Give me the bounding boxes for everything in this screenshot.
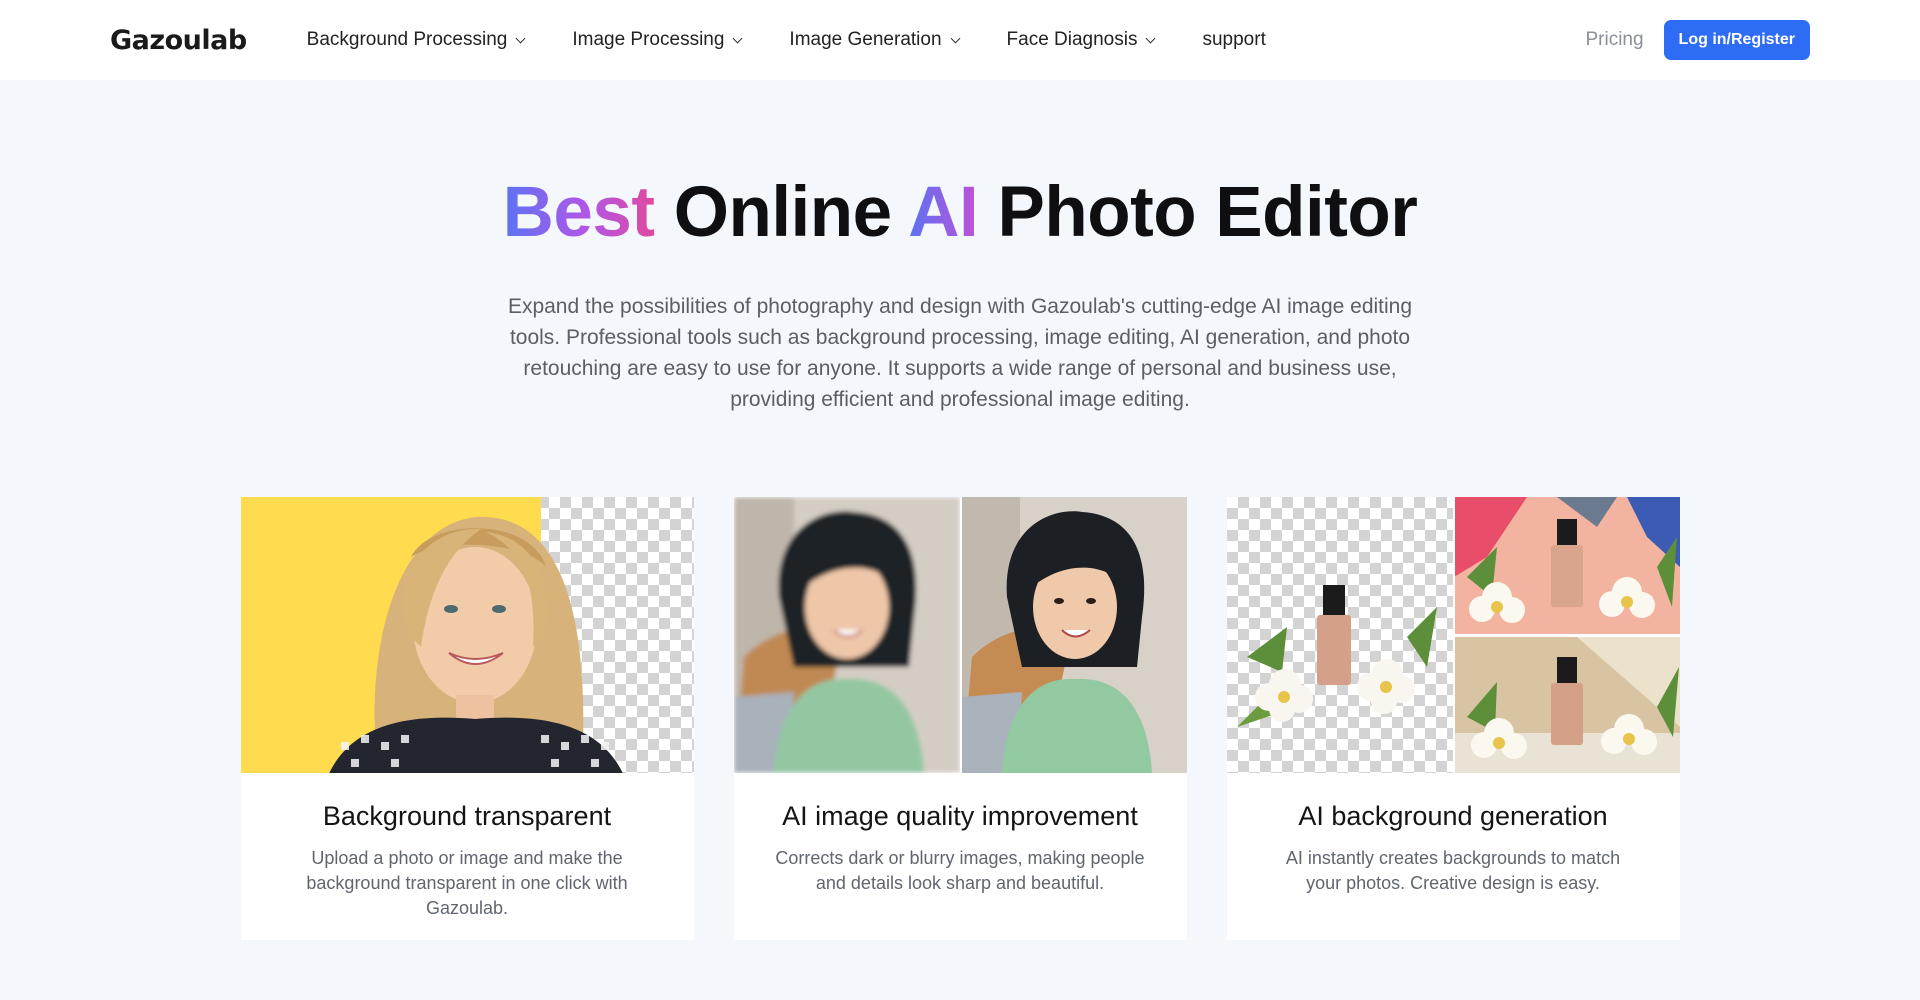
nav-label: Image Processing xyxy=(572,29,725,50)
card-title: AI background generation xyxy=(1298,801,1608,831)
nav-support[interactable]: support xyxy=(1202,29,1265,51)
card-description: Corrects dark or blurry images, making p… xyxy=(775,848,1145,893)
card-title: Background transparent xyxy=(322,801,612,831)
product-flowers-illustration xyxy=(1236,497,1680,773)
nav-image-processing[interactable]: Image Processing xyxy=(572,29,743,51)
nav-label: Background Processing xyxy=(306,29,508,50)
header-actions: Pricing Log in/Register xyxy=(1585,20,1810,60)
nav-background-processing[interactable]: Background Processing xyxy=(306,29,526,51)
nav-face-diagnosis[interactable]: Face Diagnosis xyxy=(1006,29,1156,51)
chevron-down-icon xyxy=(1146,33,1156,43)
hero-description: Expand the possibilities of photography … xyxy=(507,295,1413,411)
login-register-button[interactable]: Log in/Register xyxy=(1663,20,1810,60)
hero-title-online: Online xyxy=(673,173,892,252)
nav-label: support xyxy=(1202,29,1266,50)
feature-card-background-generation[interactable]: AI background generation AI instantly cr… xyxy=(1226,497,1680,940)
feature-card-image-quality[interactable]: AI image quality improvement Corrects da… xyxy=(733,497,1187,940)
woman-portrait-illustration xyxy=(328,516,623,773)
top-navbar: Gazoulab Background Processing Image Pro… xyxy=(0,0,1920,80)
hero-title-best: Best xyxy=(502,173,655,252)
logo[interactable]: Gazoulab xyxy=(110,25,247,56)
nav-label: Face Diagnosis xyxy=(1006,29,1138,50)
chevron-down-icon xyxy=(732,33,743,43)
card-description: AI instantly creates backgrounds to matc… xyxy=(1285,848,1621,893)
card-title: AI image quality improvement xyxy=(782,801,1138,831)
nav-image-generation[interactable]: Image Generation xyxy=(789,29,960,51)
card-description: Upload a photo or image and make the bac… xyxy=(306,848,628,918)
main-nav: Background Processing Image Processing I… xyxy=(307,29,1586,51)
pricing-link[interactable]: Pricing xyxy=(1585,29,1643,51)
nav-label: Image Generation xyxy=(789,29,942,50)
hero-title: Best Online AI Photo Editor xyxy=(0,172,1920,253)
hero-title-photo-editor: Photo Editor xyxy=(997,173,1418,252)
chevron-down-icon xyxy=(515,33,526,43)
feature-cards: Background transparent Upload a photo or… xyxy=(0,497,1920,940)
card-image-background-transparent xyxy=(240,497,694,773)
feature-card-background-transparent[interactable]: Background transparent Upload a photo or… xyxy=(240,497,694,940)
before-after-portrait-illustration xyxy=(733,497,1187,773)
card-image-quality-comparison xyxy=(733,497,1187,773)
card-image-background-generation xyxy=(1226,497,1680,773)
hero-title-ai: AI xyxy=(908,173,979,252)
chevron-down-icon xyxy=(950,33,960,43)
hero-section: Best Online AI Photo Editor Expand the p… xyxy=(0,80,1920,415)
